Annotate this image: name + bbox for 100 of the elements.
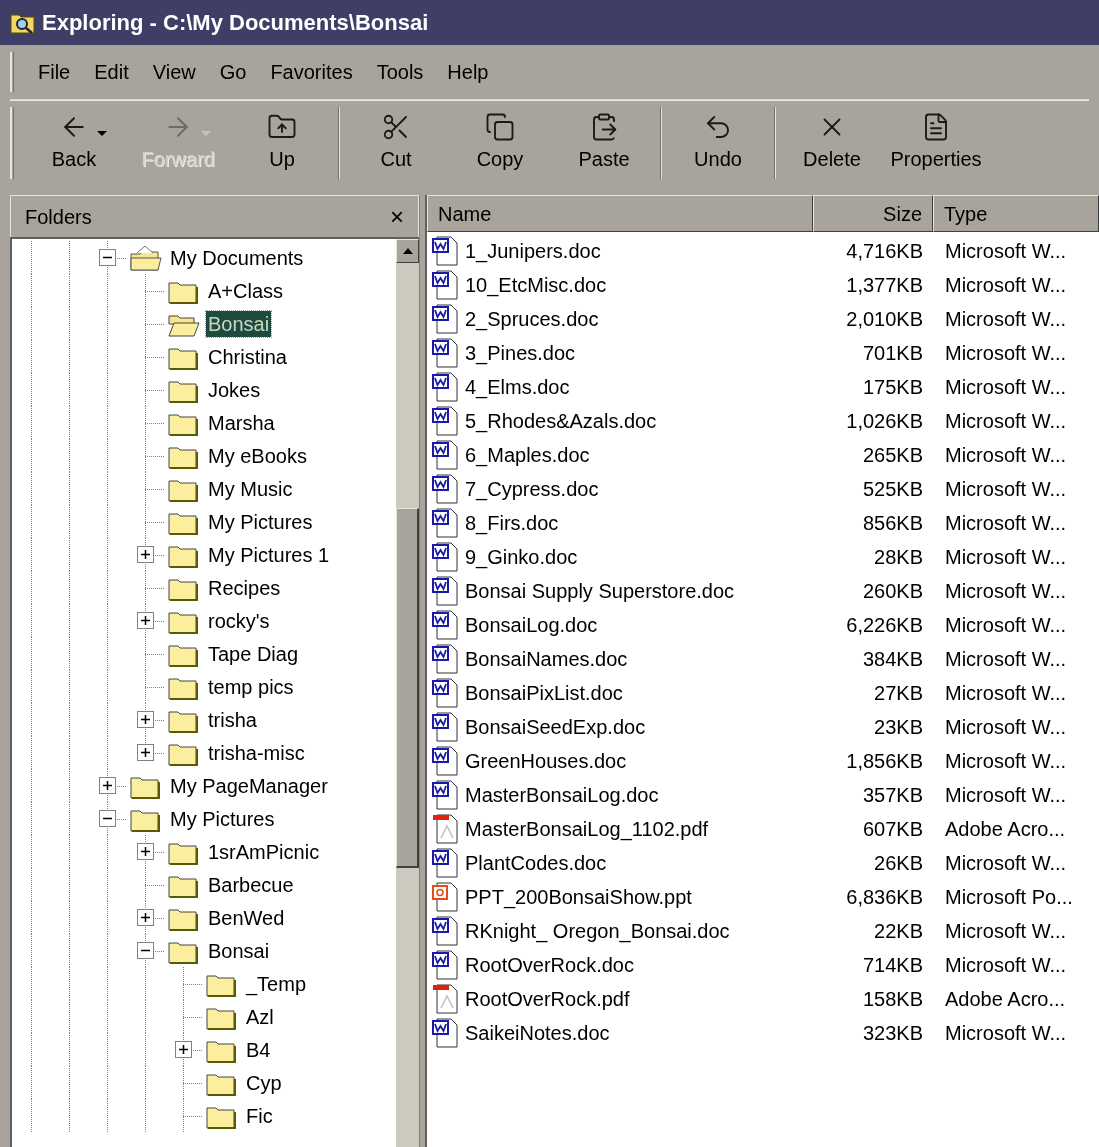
- tree-item[interactable]: Cyp: [244, 1069, 284, 1096]
- tree-item[interactable]: Marsha: [206, 409, 277, 436]
- file-name[interactable]: RKnight_ Oregon_Bonsai.doc: [465, 916, 730, 946]
- file-name[interactable]: MasterBonsaiLog_1102.pdf: [465, 814, 709, 844]
- toolbar-button[interactable]: Up: [230, 105, 334, 181]
- file-size: 384KB: [862, 647, 923, 672]
- toolbar-button[interactable]: Properties: [884, 105, 988, 181]
- tree-item[interactable]: trisha: [206, 706, 259, 733]
- file-name[interactable]: PlantCodes.doc: [465, 848, 607, 878]
- menu-item[interactable]: File: [28, 57, 81, 87]
- tree-expander[interactable]: [136, 744, 154, 761]
- menu-item[interactable]: Tools: [366, 57, 434, 87]
- word-document-icon: [431, 575, 461, 607]
- menu-item[interactable]: View: [142, 57, 206, 87]
- tree-item[interactable]: My PageManager: [168, 772, 330, 799]
- file-name[interactable]: RootOverRock.doc: [465, 950, 634, 980]
- file-size: 260KB: [862, 579, 923, 604]
- tree-item[interactable]: My eBooks: [206, 442, 309, 469]
- tree-item[interactable]: My Music: [206, 475, 295, 502]
- close-button[interactable]: ×: [390, 204, 404, 229]
- file-name[interactable]: 3_Pines.doc: [465, 338, 576, 368]
- menu-item[interactable]: Go: [209, 57, 257, 87]
- toolbar-button[interactable]: Paste: [552, 105, 656, 181]
- file-name[interactable]: Bonsai Supply Superstore.doc: [465, 576, 735, 606]
- file-name[interactable]: MasterBonsaiLog.doc: [465, 780, 659, 810]
- tree-item[interactable]: My Pictures: [206, 508, 315, 535]
- tree-item[interactable]: Bonsai: [206, 937, 272, 964]
- scroll-up-button[interactable]: [396, 239, 419, 263]
- toolbar-button[interactable]: Delete: [780, 105, 884, 181]
- tree-item[interactable]: Barbecue: [206, 871, 296, 898]
- tree-expander[interactable]: [136, 711, 154, 728]
- scroll-thumb[interactable]: [396, 508, 419, 868]
- word-document-icon: [431, 269, 461, 301]
- file-name[interactable]: 5_Rhodes&Azals.doc: [465, 406, 657, 436]
- tree-item[interactable]: Jokes: [206, 376, 263, 403]
- tree-item[interactable]: Recipes: [206, 574, 283, 601]
- pane-title: Folders: [25, 204, 92, 230]
- tree-expander[interactable]: [98, 810, 116, 827]
- file-name[interactable]: BonsaiNames.doc: [465, 644, 628, 674]
- tree-item[interactable]: _Temp: [244, 970, 309, 997]
- file-name[interactable]: BonsaiSeedExp.doc: [465, 712, 646, 742]
- file-size: 27KB: [874, 681, 923, 706]
- tree-expander[interactable]: [136, 546, 154, 563]
- file-name[interactable]: SaikeiNotes.doc: [465, 1018, 610, 1048]
- column-header[interactable]: Size: [813, 195, 933, 232]
- tree-item[interactable]: B4: [244, 1036, 273, 1063]
- tree-expander[interactable]: [98, 777, 116, 794]
- dropdown-caret-icon[interactable]: [96, 129, 108, 137]
- tree-expander[interactable]: [98, 249, 116, 266]
- file-name[interactable]: 2_Spruces.doc: [465, 304, 599, 334]
- column-header[interactable]: Name: [427, 195, 813, 232]
- file-type: Adobe Acro...: [945, 818, 1066, 840]
- word-document-icon: [431, 711, 461, 743]
- tree-expander[interactable]: [136, 942, 154, 959]
- file-name[interactable]: GreenHouses.doc: [465, 746, 627, 776]
- word-document-icon: [431, 235, 461, 267]
- tree-item[interactable]: A+Class: [206, 277, 286, 304]
- menu-item[interactable]: Help: [437, 57, 499, 87]
- file-name[interactable]: 4_Elms.doc: [465, 372, 570, 402]
- column-header[interactable]: Type: [933, 195, 1099, 232]
- tree-expander[interactable]: [136, 612, 154, 629]
- tree-item[interactable]: BenWed: [206, 904, 287, 931]
- file-name[interactable]: 9_Ginko.doc: [465, 542, 578, 572]
- tree-item[interactable]: My Pictures: [168, 805, 277, 832]
- file-type: Microsoft W...: [945, 240, 1067, 262]
- tree-expander[interactable]: [136, 909, 154, 926]
- menu-item[interactable]: Favorites: [260, 57, 363, 87]
- tree-expander[interactable]: [174, 1041, 192, 1058]
- file-size: 6,226KB: [846, 613, 923, 638]
- file-name[interactable]: 7_Cypress.doc: [465, 474, 599, 504]
- tree-item[interactable]: rocky's: [206, 607, 272, 634]
- tree-item[interactable]: temp pics: [206, 673, 296, 700]
- tree-expander[interactable]: [136, 843, 154, 860]
- tree-item[interactable]: Bonsai: [206, 310, 272, 337]
- file-type: Microsoft W...: [945, 1022, 1067, 1044]
- toolbar-button[interactable]: Undo: [666, 105, 770, 181]
- file-name[interactable]: PPT_200BonsaiShow.ppt: [465, 882, 692, 912]
- file-name[interactable]: BonsaiPixList.doc: [465, 678, 623, 708]
- file-name[interactable]: 10_EtcMisc.doc: [465, 270, 607, 300]
- tree-item[interactable]: Tape Diag: [206, 640, 301, 667]
- file-type: Microsoft W...: [945, 444, 1067, 466]
- file-size: 2,010KB: [846, 307, 923, 332]
- tree-item[interactable]: trisha-misc: [206, 739, 307, 766]
- file-name[interactable]: 6_Maples.doc: [465, 440, 590, 470]
- menu-item[interactable]: Edit: [84, 57, 139, 87]
- tree-item[interactable]: Azl: [244, 1003, 276, 1030]
- tree-item[interactable]: My Documents: [168, 244, 306, 271]
- file-name[interactable]: 1_Junipers.doc: [465, 236, 601, 266]
- tree-item[interactable]: Fic: [244, 1102, 275, 1129]
- tree-item[interactable]: 1srAmPicnic: [206, 838, 322, 865]
- file-name[interactable]: 8_Firs.doc: [465, 508, 559, 538]
- file-size: 175KB: [862, 375, 923, 400]
- tree-item[interactable]: Christina: [206, 343, 289, 370]
- toolbar-button[interactable]: Cut: [344, 105, 448, 181]
- toolbar-button[interactable]: Copy: [448, 105, 552, 181]
- tree-item[interactable]: My Pictures 1: [206, 541, 332, 568]
- plus-icon: [139, 846, 151, 857]
- file-name[interactable]: RootOverRock.pdf: [465, 984, 630, 1014]
- file-name[interactable]: BonsaiLog.doc: [465, 610, 598, 640]
- toolbar-button[interactable]: Back: [22, 105, 126, 181]
